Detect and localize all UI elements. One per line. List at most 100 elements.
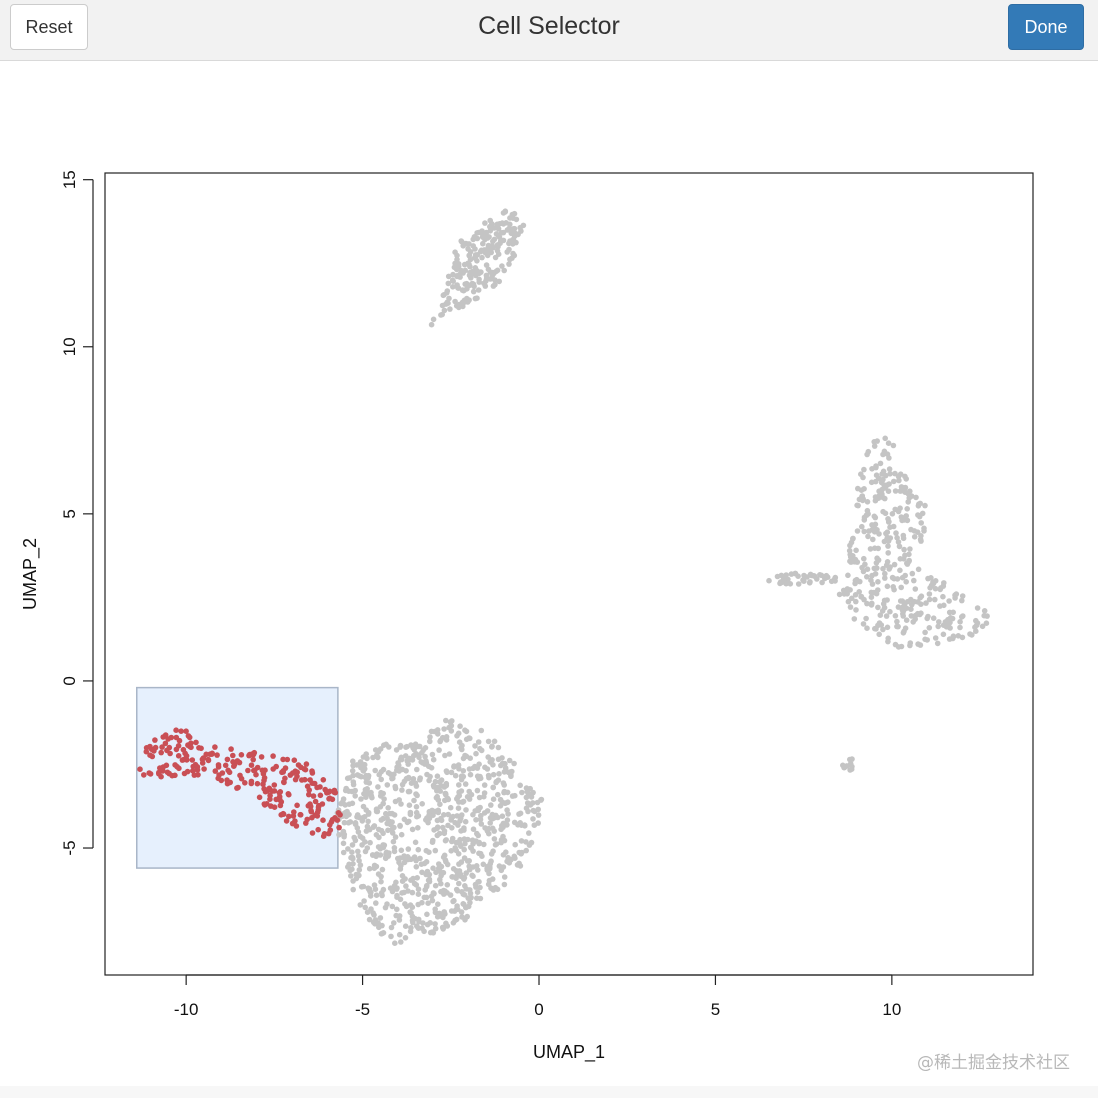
cell-point bbox=[368, 906, 374, 912]
cell-point bbox=[844, 586, 851, 592]
cell-point bbox=[861, 596, 867, 603]
cell-point bbox=[415, 825, 421, 831]
cell-point bbox=[873, 472, 880, 479]
cell-point bbox=[345, 864, 351, 870]
cell-point bbox=[439, 734, 446, 741]
cell-point bbox=[911, 577, 917, 584]
cell-point bbox=[504, 822, 510, 828]
cell-point bbox=[901, 546, 907, 553]
cell-point bbox=[397, 744, 404, 750]
cell-point bbox=[415, 752, 422, 758]
cell-point bbox=[357, 862, 364, 868]
selected-cell-point bbox=[237, 772, 243, 779]
cell-point bbox=[879, 608, 886, 614]
selection-rectangle[interactable] bbox=[136, 686, 339, 869]
cell-point bbox=[807, 571, 814, 578]
selected-cell-point bbox=[332, 789, 339, 796]
cell-point bbox=[884, 559, 891, 565]
cell-point bbox=[924, 637, 930, 643]
cell-point bbox=[511, 819, 518, 826]
umap-scatter-plot[interactable]: -10 -5 0 5 10 -5 0 5 10 15 UMAP_1 UMAP_2 bbox=[0, 61, 1098, 1086]
selected-cell-point bbox=[242, 780, 248, 786]
cell-point bbox=[918, 610, 924, 616]
cell-point bbox=[462, 883, 468, 889]
selected-cell-point bbox=[294, 802, 300, 809]
cell-point bbox=[460, 243, 467, 249]
cell-point bbox=[474, 252, 481, 258]
cell-point bbox=[774, 573, 781, 580]
selected-cell-point bbox=[304, 816, 311, 823]
cell-point bbox=[461, 261, 468, 268]
cell-point bbox=[399, 890, 405, 896]
x-tick-label: 5 bbox=[711, 1000, 720, 1019]
cell-point bbox=[925, 613, 931, 620]
cell-point bbox=[408, 925, 414, 931]
cell-point bbox=[402, 935, 409, 941]
selected-cell-point bbox=[261, 801, 268, 807]
cell-point bbox=[872, 497, 879, 504]
cell-point bbox=[476, 776, 482, 782]
cell-point bbox=[949, 615, 956, 622]
cell-point bbox=[861, 528, 867, 535]
cell-point bbox=[500, 780, 507, 786]
plot-area[interactable]: -10 -5 0 5 10 -5 0 5 10 15 UMAP_1 UMAP_2 bbox=[0, 61, 1098, 1086]
y-axis-label: UMAP_2 bbox=[20, 538, 41, 610]
selected-cell-point bbox=[271, 782, 278, 788]
cell-point bbox=[490, 784, 497, 791]
cell-point bbox=[444, 769, 450, 776]
cell-point bbox=[885, 550, 891, 556]
cell-point bbox=[535, 820, 541, 826]
cell-point bbox=[394, 906, 400, 913]
selected-cell-point bbox=[222, 762, 229, 769]
cell-point bbox=[489, 242, 495, 249]
done-button[interactable]: Done bbox=[1008, 4, 1084, 50]
cell-point bbox=[904, 560, 910, 567]
selected-cell-point bbox=[290, 770, 296, 776]
cell-point bbox=[851, 616, 858, 622]
cell-point bbox=[462, 840, 468, 847]
cell-point bbox=[490, 771, 497, 778]
selected-cell-point bbox=[183, 728, 189, 734]
cell-point bbox=[475, 739, 482, 745]
cell-point bbox=[419, 801, 426, 807]
cell-point bbox=[501, 881, 508, 888]
cell-point bbox=[352, 820, 359, 826]
cell-point bbox=[349, 788, 355, 795]
cell-point bbox=[881, 538, 888, 545]
cell-point bbox=[462, 781, 469, 787]
cell-point bbox=[409, 889, 416, 896]
selected-cell-point bbox=[234, 785, 240, 791]
selected-cell-point bbox=[329, 816, 336, 823]
selected-cell-point bbox=[317, 792, 324, 799]
axes-layer: -10 -5 0 5 10 -5 0 5 10 15 bbox=[60, 170, 901, 1019]
selected-cell-point bbox=[271, 804, 278, 810]
cell-point bbox=[909, 570, 916, 577]
cell-point bbox=[930, 579, 936, 585]
cell-point bbox=[514, 862, 521, 868]
cell-point bbox=[491, 828, 498, 834]
selected-cell-point bbox=[307, 777, 313, 783]
cell-point bbox=[898, 643, 905, 650]
cell-point bbox=[470, 811, 476, 818]
x-tick-label: 10 bbox=[882, 1000, 901, 1019]
cell-point bbox=[891, 561, 898, 568]
cell-point bbox=[512, 230, 519, 237]
cell-point bbox=[398, 847, 405, 854]
cell-point bbox=[501, 789, 507, 796]
cell-point bbox=[919, 510, 926, 517]
cell-point bbox=[519, 789, 525, 796]
cell-point bbox=[492, 842, 499, 848]
cell-point bbox=[446, 295, 452, 302]
cell-point bbox=[362, 904, 369, 911]
selected-cell-point bbox=[184, 768, 191, 775]
cell-point bbox=[517, 820, 523, 826]
cell-point bbox=[918, 520, 924, 526]
selected-cell-point bbox=[157, 765, 163, 771]
selected-cell-point bbox=[212, 768, 219, 774]
cell-point bbox=[487, 759, 494, 765]
cell-point bbox=[392, 940, 398, 946]
cell-point bbox=[470, 826, 477, 832]
page-title: Cell Selector bbox=[478, 12, 620, 40]
cell-point bbox=[373, 832, 380, 838]
cell-point bbox=[864, 566, 871, 572]
